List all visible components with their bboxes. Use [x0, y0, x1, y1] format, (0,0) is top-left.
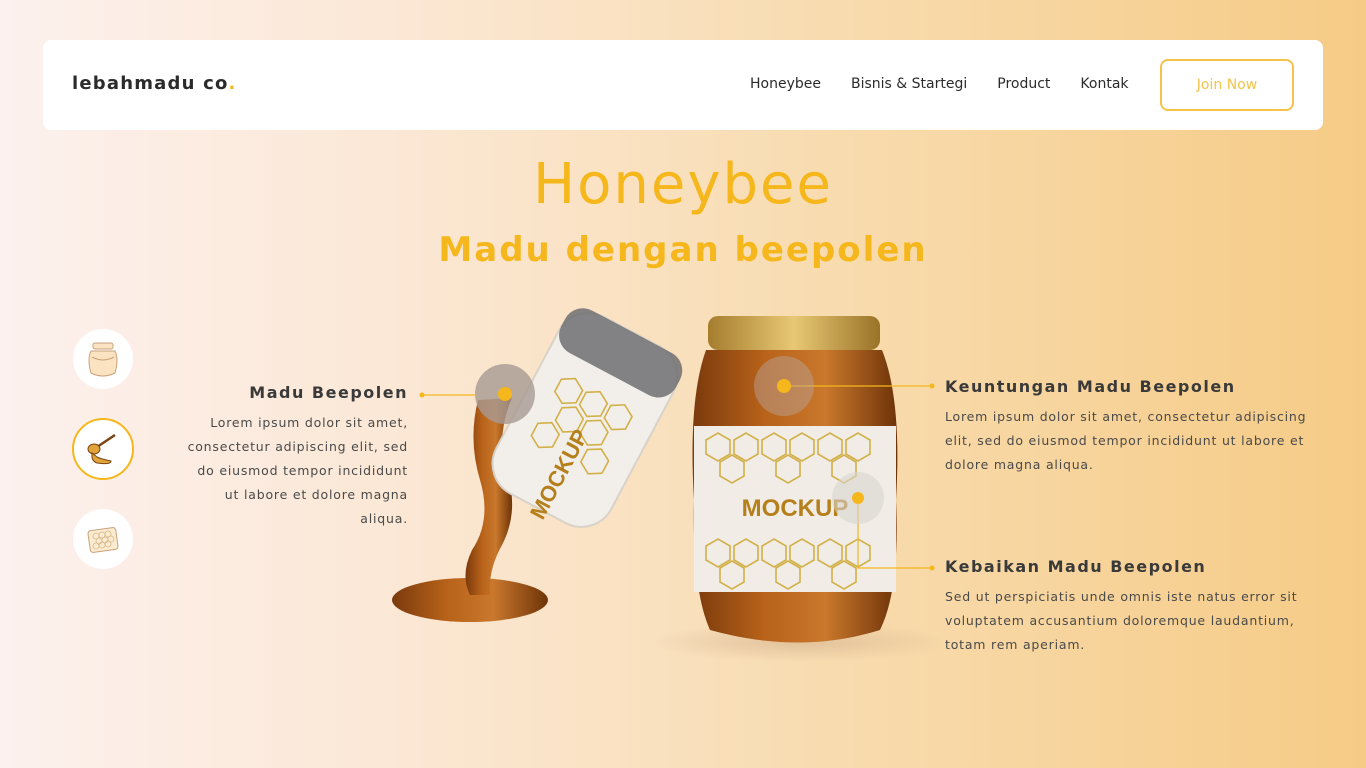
hotspot-right-top[interactable] — [754, 356, 814, 416]
hero-title: Honeybee — [533, 152, 833, 217]
hotspot-left[interactable] — [475, 364, 535, 424]
navbar: lebahmadu co. Honeybee Bisnis & Startegi… — [43, 40, 1323, 130]
feature-right-top-title: Keuntungan Madu Beepolen — [945, 377, 1236, 396]
side-icon-honey-dipper[interactable] — [72, 418, 134, 480]
brand-logo[interactable]: lebahmadu co. — [72, 73, 237, 94]
nav-link-bisnis-strategi[interactable]: Bisnis & Startegi — [851, 76, 967, 92]
hero-subtitle: Madu dengan beepolen — [438, 230, 928, 270]
nav-link-kontak[interactable]: Kontak — [1080, 76, 1128, 92]
feature-right-bottom-title: Kebaikan Madu Beepolen — [945, 557, 1207, 576]
honey-jar-icon — [88, 342, 118, 377]
brand-name: lebahmadu co — [72, 73, 229, 94]
hotspot-right-top-end — [929, 383, 935, 389]
hotspot-left-end — [419, 392, 425, 398]
hotspot-right-bottom[interactable] — [832, 472, 884, 524]
feature-right-bottom-text: Sed ut perspiciatis unde omnis iste natu… — [945, 589, 1298, 652]
hotspot-right-bottom-end — [929, 565, 935, 571]
brand-dot: . — [228, 73, 237, 94]
honeycomb-icon — [87, 527, 119, 553]
side-icon-honey-jar[interactable] — [73, 329, 133, 389]
nav-links: Honeybee Bisnis & Startegi Product Konta… — [750, 76, 1159, 92]
honey-stream — [465, 398, 513, 595]
nav-link-product[interactable]: Product — [997, 76, 1050, 92]
product-illustration: MOCKUP MOCKUP — [392, 308, 940, 662]
side-icon-honeycomb[interactable] — [73, 509, 133, 569]
feature-right-top-text: Lorem ipsum dolor sit amet, consectetur … — [945, 409, 1307, 472]
honey-dipper-icon — [87, 433, 116, 465]
join-now-button[interactable]: Join Now — [1160, 59, 1294, 111]
nav-link-honeybee[interactable]: Honeybee — [750, 76, 821, 92]
